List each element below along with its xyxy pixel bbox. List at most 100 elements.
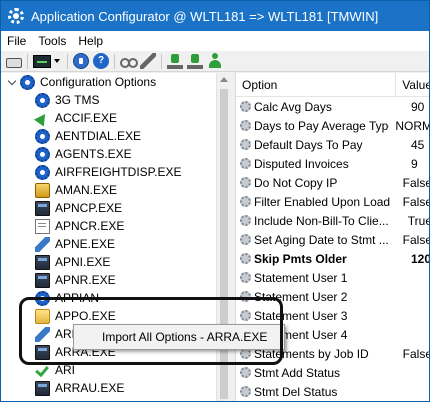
grid-row[interactable]: Disputed Invoices 9 — [236, 154, 429, 173]
grid-row[interactable]: Calc Avg Days 90 — [236, 97, 429, 116]
option-value[interactable]: False — [397, 195, 429, 209]
tree-item[interactable]: ARRAU.EXE — [35, 379, 124, 397]
tree-item[interactable]: APPIAN — [35, 289, 99, 307]
column-header-value[interactable]: Value — [395, 73, 429, 97]
scroll-thumb[interactable] — [220, 89, 228, 399]
option-name: Default Days To Pay — [254, 137, 363, 152]
help-icon[interactable]: ? — [93, 53, 109, 69]
tree-item-label: ARI — [55, 363, 76, 377]
option-value[interactable]: 45 — [405, 138, 424, 152]
option-name: Days to Pay Average Type — [254, 118, 390, 133]
collapse-chevron-icon[interactable] — [8, 78, 16, 86]
option-value[interactable]: NORM — [389, 119, 429, 133]
tree-item[interactable]: AGENTS.EXE — [35, 145, 132, 163]
option-value[interactable]: 9 — [405, 157, 418, 171]
exe-icon — [35, 272, 50, 288]
gear-icon — [240, 272, 251, 283]
tree-item[interactable]: APNR.EXE — [35, 271, 116, 289]
menu-file[interactable]: File — [1, 34, 32, 48]
export-tray-icon[interactable] — [187, 53, 203, 69]
grid-row[interactable]: Default Days To Pay 45 — [236, 135, 429, 154]
menu-tools[interactable]: Tools — [32, 34, 72, 48]
import-all-options-menu-item[interactable]: Import All Options - ARRA.EXE — [74, 330, 267, 344]
tree-item[interactable]: APNCR.EXE — [35, 217, 124, 235]
import-tray-icon[interactable] — [167, 53, 183, 69]
tree-item-label: AMAN.EXE — [55, 183, 118, 197]
tree-item[interactable]: APNCP.EXE — [35, 199, 122, 217]
option-name: Do Not Copy IP — [254, 175, 338, 190]
grid-row[interactable]: Stmt Del Status — [236, 382, 429, 401]
app-gear-icon — [8, 8, 24, 24]
option-value[interactable]: False — [397, 176, 429, 190]
option-value[interactable]: 90 — [405, 100, 424, 114]
grid-row-modified[interactable]: Skip Pmts Older 120 — [236, 249, 429, 268]
gear-icon — [35, 146, 50, 162]
tree-item[interactable]: 3G TMS — [35, 91, 99, 109]
tree-scrollbar[interactable] — [216, 73, 230, 401]
tree-item-label: APNR.EXE — [55, 273, 116, 287]
option-name: Set Aging Date to Stmt ... — [254, 232, 389, 247]
grid-row[interactable]: Filter Enabled Upon Load False — [236, 192, 429, 211]
info-icon[interactable] — [73, 53, 89, 69]
grid-row[interactable]: Statement User 3 — [236, 306, 429, 325]
option-value[interactable]: False — [397, 347, 429, 361]
title-bar[interactable]: Application Configurator @ WLTL181 => WL… — [1, 1, 429, 31]
tree-item[interactable]: APNI.EXE — [35, 253, 110, 271]
toolbar-separator — [27, 53, 28, 69]
tree-item[interactable]: AIRFREIGHTDISP.EXE — [35, 163, 181, 181]
grid-row[interactable]: Do Not Copy IP False — [236, 173, 429, 192]
tree-item[interactable]: APPO.EXE — [35, 307, 116, 325]
configuration-tree[interactable]: Configuration Options 3G TMS ACCIF.EXE A… — [1, 73, 230, 401]
gear-icon — [35, 92, 50, 108]
tree-item[interactable]: AMAN.EXE — [35, 181, 117, 199]
wrench-icon[interactable] — [140, 53, 156, 69]
tree-item-label: APNCP.EXE — [55, 201, 123, 215]
gear-icon — [240, 215, 251, 226]
view-glasses-icon[interactable] — [120, 53, 138, 69]
user-icon[interactable] — [207, 53, 223, 69]
column-header-option[interactable]: Option — [236, 78, 395, 92]
tree-root-label: Configuration Options — [40, 75, 157, 89]
gear-icon — [35, 290, 50, 306]
scroll-up-arrow-icon[interactable] — [220, 77, 228, 82]
folder-gold-icon — [35, 182, 50, 198]
tree-item-label: APNI.EXE — [55, 255, 111, 269]
window-title: Application Configurator @ WLTL181 => WL… — [31, 8, 379, 24]
option-value[interactable]: 120 — [405, 252, 429, 266]
toolbar-separator — [114, 53, 115, 69]
tree-item[interactable]: ACCIF.EXE — [35, 109, 117, 127]
menu-help[interactable]: Help — [72, 34, 109, 48]
context-menu: Import All Options - ARRA.EXE — [73, 324, 285, 350]
chevron-down-icon[interactable] — [54, 59, 60, 63]
tree-item[interactable]: ARI — [35, 361, 75, 379]
check-icon — [35, 362, 50, 378]
grid-row[interactable]: Statement User 2 — [236, 287, 429, 306]
tree-root[interactable]: Configuration Options — [1, 73, 156, 91]
pen-icon — [35, 326, 50, 342]
tree-item-label: AENTDIAL.EXE — [55, 129, 142, 143]
monitor-icon[interactable] — [33, 54, 51, 68]
tree-item[interactable]: APNE.EXE — [35, 235, 115, 253]
tree-item-label: AIRFREIGHTDISP.EXE — [55, 165, 182, 179]
arrow-icon — [35, 110, 50, 126]
grid-header: Option Value — [236, 73, 429, 97]
grid-row[interactable]: Include Non-Bill-To Clie... True — [236, 211, 429, 230]
exe-icon — [35, 344, 50, 360]
grid-row[interactable]: Days to Pay Average Type NORM — [236, 116, 429, 135]
toolbar: ? — [1, 51, 429, 72]
gear-icon — [35, 164, 50, 180]
grid-row[interactable]: Set Aging Date to Stmt ... False — [236, 230, 429, 249]
grid-row[interactable]: Statement User 1 — [236, 268, 429, 287]
exe-icon — [35, 200, 50, 216]
toolbar-separator — [161, 53, 162, 69]
tree-item-label: 3G TMS — [55, 93, 100, 107]
menu-bar: File Tools Help — [1, 31, 429, 51]
document-icon — [35, 218, 50, 234]
tree-item-label: ARRAU.EXE — [55, 381, 125, 395]
option-value[interactable]: False — [397, 233, 429, 247]
print-icon[interactable] — [6, 57, 22, 68]
tree-item[interactable]: AENTDIAL.EXE — [35, 127, 141, 145]
grid-row[interactable]: Stmt Add Status — [236, 363, 429, 382]
options-grid: Option Value Calc Avg Days 90 Days to Pay… — [235, 73, 429, 401]
option-value[interactable]: True — [402, 214, 429, 228]
